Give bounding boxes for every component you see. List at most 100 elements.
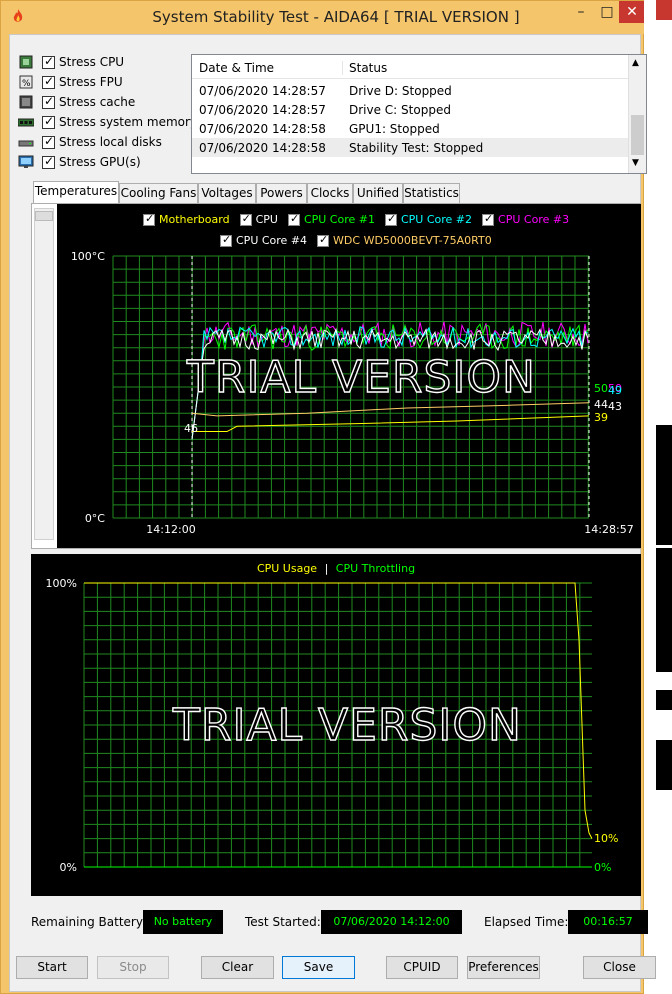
log-status: Drive D: Stopped [349,84,452,98]
log-date: 07/06/2020 14:28:58 [199,141,326,155]
log-date: 07/06/2020 14:28:58 [199,122,326,136]
disk-icon [18,140,34,147]
tab-voltages[interactable]: Voltages [198,183,256,203]
legend-label: CPU Core #1 [303,213,375,226]
cpu-icon [19,55,33,69]
status-column-header[interactable]: Status [342,61,387,75]
legend-label: Motherboard [159,213,230,226]
date-time-column-header[interactable]: Date & Time [199,61,274,75]
temperature-legend-row1: Motherboard CPU CPU Core #1 CPU Core #2 … [143,212,579,226]
save-button[interactable]: Save [282,956,355,979]
cpuid-button[interactable]: CPUID [386,956,458,979]
stress-gpu-checkbox[interactable] [42,154,55,169]
legend-cpu-core-4[interactable]: CPU Core #4 [220,233,308,247]
close-window-button[interactable]: ✕ [619,1,645,23]
stress-fpu-option[interactable]: % Stress FPU [18,72,198,92]
maximize-button[interactable]: □ [593,1,621,23]
stress-cpu-checkbox[interactable] [42,54,55,69]
log-date: 07/06/2020 14:28:57 [199,103,326,117]
stress-gpu-label: Stress GPU(s) [59,155,141,169]
log-row[interactable]: 07/06/2020 14:28:58 GPU1: Stopped [192,119,629,138]
cpu-usage-chart: 100% 0% 10% 0% CPU Usage | CPU Throttling T… [31,554,641,896]
clear-button[interactable]: Clear [201,956,274,979]
test-started-value: 07/06/2020 14:12:00 [321,910,462,934]
y-axis-top-label: 100% [46,577,77,590]
stress-cpu-option[interactable]: Stress CPU [18,52,198,72]
series-marker-label: 46 [184,422,198,435]
legend-label: WDC WD5000BEVT-75A0RT0 [333,234,492,247]
stress-memory-option[interactable]: Stress system memory [18,112,198,132]
scroll-up-icon[interactable]: ▲ [632,58,639,68]
legend-label: CPU [255,213,278,226]
legend-wdc-disk[interactable]: WDC WD5000BEVT-75A0RT0 [317,233,492,247]
stress-disks-label: Stress local disks [59,135,162,149]
legend-checkbox[interactable] [239,212,252,226]
temperature-chart: 100°C0°C14:12:0014:28:5750504944433946 M… [57,204,641,548]
stress-disks-checkbox[interactable] [42,134,55,149]
gpu-icon [18,155,34,168]
x-axis-end-label: 14:28:57 [584,523,633,536]
stress-cache-checkbox[interactable] [42,94,55,109]
tab-statistics[interactable]: Statistics [403,183,460,203]
stress-cpu-label: Stress CPU [59,55,125,69]
legend-cpu[interactable]: CPU [239,212,278,226]
log-row[interactable]: 07/06/2020 14:28:57 Drive C: Stopped [192,100,629,119]
log-scrollbar[interactable]: ▲ ▼ [628,55,646,173]
end-value-label: 44 [594,398,608,411]
legend-cpu-core-1[interactable]: CPU Core #1 [287,212,375,226]
legend-checkbox[interactable] [143,212,155,226]
minimize-button[interactable]: – [567,1,595,23]
test-started-label: Test Started: [245,915,321,929]
status-log-list[interactable]: Date & Time Status 07/06/2020 14:28:57 Dr… [191,54,647,174]
legend-cpu-throttling: CPU Throttling [335,562,416,575]
log-date: 07/06/2020 14:28:57 [199,84,326,98]
legend-cpu-core-2[interactable]: CPU Core #2 [384,212,472,226]
log-row[interactable]: 07/06/2020 14:28:58 Stability Test: Stopp… [192,138,629,157]
scroll-down-icon[interactable]: ▼ [632,158,639,168]
usage-end-label: 10% [594,832,618,845]
preferences-button[interactable]: Preferences [467,956,540,979]
close-button[interactable]: Close [583,956,656,979]
legend-checkbox[interactable] [220,233,232,247]
battery-value: No battery [143,910,223,934]
elapsed-time-value: 00:16:57 [568,910,648,934]
legend-cpu-usage: CPU Usage [256,562,318,575]
stress-cache-option[interactable]: Stress cache [18,92,198,112]
legend-separator: | [324,562,329,575]
svg-text:%: % [22,79,31,89]
tab-temperatures[interactable]: Temperatures [33,181,119,203]
end-value-label: 43 [608,400,622,413]
stress-disks-option[interactable]: Stress local disks [18,132,198,152]
log-row[interactable]: 07/06/2020 14:28:57 Drive D: Stopped [192,81,629,100]
tab-cooling-fans[interactable]: Cooling Fans [119,183,198,203]
stress-memory-checkbox[interactable] [42,114,55,129]
scroll-thumb[interactable] [631,115,644,155]
log-status: GPU1: Stopped [349,122,440,136]
elapsed-time-label: Elapsed Time: [484,915,569,929]
tab-unified[interactable]: Unified [353,183,403,203]
stress-fpu-label: Stress FPU [59,75,123,89]
end-value-label: 49 [608,384,622,397]
legend-checkbox[interactable] [317,233,330,247]
start-button[interactable]: Start [16,956,88,979]
legend-label: CPU Core #3 [498,213,570,226]
temperature-legend-row2: CPU Core #4 WDC WD5000BEVT-75A0RT0 [220,233,502,247]
sensor-list-strip[interactable] [34,208,54,540]
legend-label: CPU Core #4 [236,234,308,247]
trial-watermark: TRIAL VERSION [172,699,522,751]
legend-motherboard[interactable]: Motherboard [143,212,230,226]
battery-label: Remaining Battery: [31,915,147,929]
legend-cpu-core-3[interactable]: CPU Core #3 [482,212,570,226]
log-header: Date & Time Status [192,55,629,79]
legend-checkbox[interactable] [384,212,397,226]
stress-fpu-checkbox[interactable] [42,74,55,89]
legend-checkbox[interactable] [287,212,300,226]
title-bar: System Stability Test - AIDA64 [ TRIAL V… [1,1,645,34]
legend-checkbox[interactable] [482,212,495,226]
trial-watermark: TRIAL VERSION [186,351,536,403]
stress-gpu-option[interactable]: Stress GPU(s) [18,152,198,172]
background-window-edge [644,0,672,994]
tab-clocks[interactable]: Clocks [307,183,353,203]
stop-button[interactable]: Stop [97,956,169,979]
tab-powers[interactable]: Powers [256,183,307,203]
